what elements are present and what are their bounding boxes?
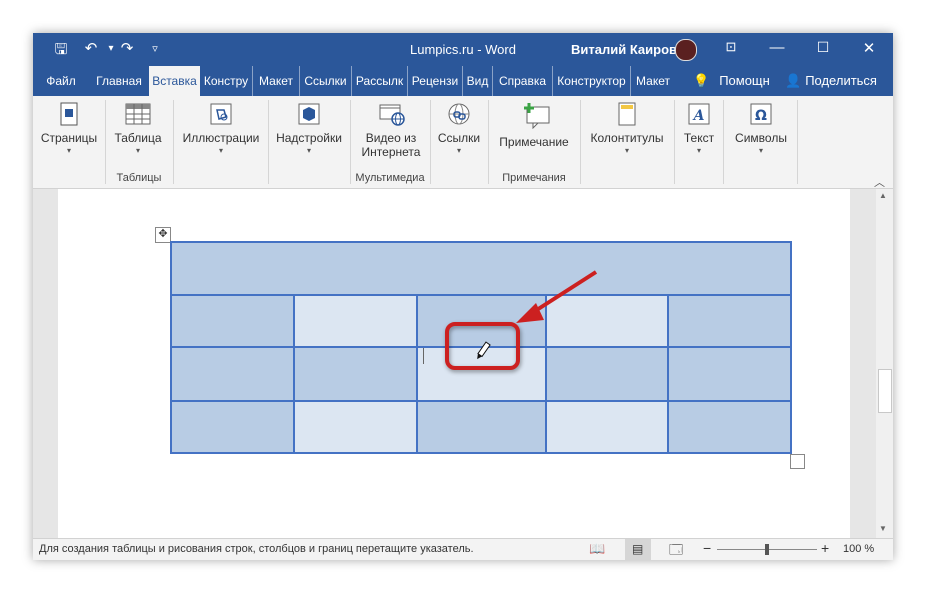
highlight-box <box>445 322 520 370</box>
annotation-arrow-line <box>530 270 598 315</box>
annotation-overlay <box>445 270 598 370</box>
pencil-cursor-icon <box>477 341 491 360</box>
